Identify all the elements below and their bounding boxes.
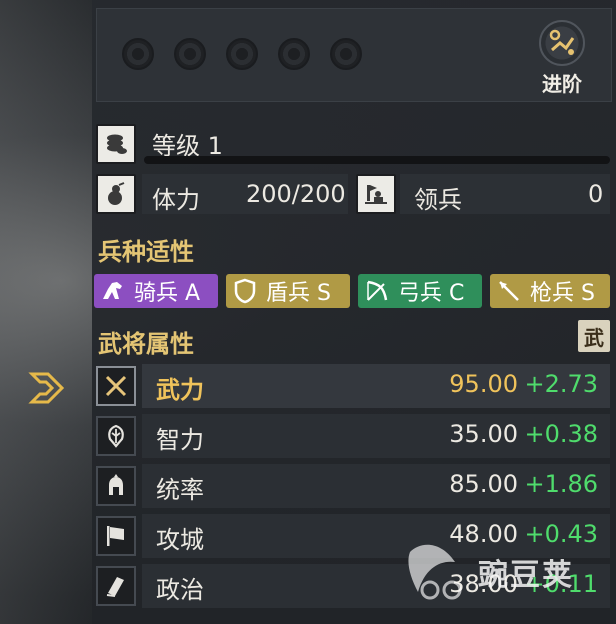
advance-button[interactable]: 进阶 xyxy=(528,18,596,96)
star-slot xyxy=(226,38,258,70)
watermark-text: 豌豆荚 xyxy=(478,558,574,593)
scene-figure xyxy=(0,0,100,624)
star-slot xyxy=(174,38,206,70)
aptitude-tag-shield[interactable]: 盾兵 S xyxy=(226,274,350,308)
aptitude-label: 弓兵 C xyxy=(398,281,465,306)
level-progress-bar xyxy=(144,156,610,164)
advance-label: 进阶 xyxy=(542,72,582,96)
attribute-bonus: +2.73 xyxy=(524,370,598,398)
aptitude-label: 盾兵 S xyxy=(266,281,331,306)
stamina-label: 体力 xyxy=(152,186,200,214)
aptitude-label: 枪兵 S xyxy=(530,281,595,306)
attribute-value: 85.00 xyxy=(449,470,518,498)
aptitude-label: 骑兵 A xyxy=(134,281,201,306)
scroll-icon xyxy=(96,566,136,606)
attribute-row-intelligence[interactable]: 智力 35.00 +0.38 xyxy=(96,414,610,458)
crossed-swords-icon xyxy=(96,366,136,406)
bow-icon xyxy=(362,276,392,306)
troops-label: 领兵 xyxy=(414,186,462,214)
attribute-name: 统率 xyxy=(156,476,204,504)
advance-icon xyxy=(539,20,585,66)
troops-icon xyxy=(356,174,396,214)
star-slot xyxy=(278,38,310,70)
attribute-name: 智力 xyxy=(156,426,204,454)
selection-arrow-icon xyxy=(28,372,65,404)
watermark: 豌豆荚 xyxy=(400,528,616,624)
aptitude-tag-cavalry[interactable]: 骑兵 A xyxy=(94,274,218,308)
stamina-value: 200/200 xyxy=(246,180,346,208)
attribute-name: 攻城 xyxy=(156,526,204,554)
aptitude-tag-bow[interactable]: 弓兵 C xyxy=(358,274,482,308)
attribute-row-command[interactable]: 统率 85.00 +1.86 xyxy=(96,464,610,508)
aptitude-tag-spear[interactable]: 枪兵 S xyxy=(490,274,610,308)
star-slot xyxy=(330,38,362,70)
gourd-icon xyxy=(96,174,136,214)
attribute-value: 35.00 xyxy=(449,420,518,448)
spear-icon xyxy=(494,276,524,306)
brain-icon xyxy=(96,416,136,456)
attribute-name: 政治 xyxy=(156,576,204,604)
coins-icon xyxy=(96,124,136,164)
attribute-bonus: +0.38 xyxy=(524,420,598,448)
cavalry-icon xyxy=(98,276,128,306)
attributes-title: 武将属性 xyxy=(98,330,194,358)
attribute-row-force[interactable]: 武力 95.00 +2.73 xyxy=(96,364,610,408)
shield-icon xyxy=(230,276,260,306)
star-slot xyxy=(122,38,154,70)
attribute-bonus: +1.86 xyxy=(524,470,598,498)
unit-aptitude-title: 兵种适性 xyxy=(98,238,194,266)
attribute-tab-button[interactable]: 武 xyxy=(578,320,610,352)
troops-value: 0 xyxy=(588,180,604,208)
flag-icon xyxy=(96,516,136,556)
attribute-name: 武力 xyxy=(156,376,204,404)
attribute-value: 95.00 xyxy=(449,370,518,398)
watermark-logo-icon xyxy=(408,544,462,600)
helmet-icon xyxy=(96,466,136,506)
